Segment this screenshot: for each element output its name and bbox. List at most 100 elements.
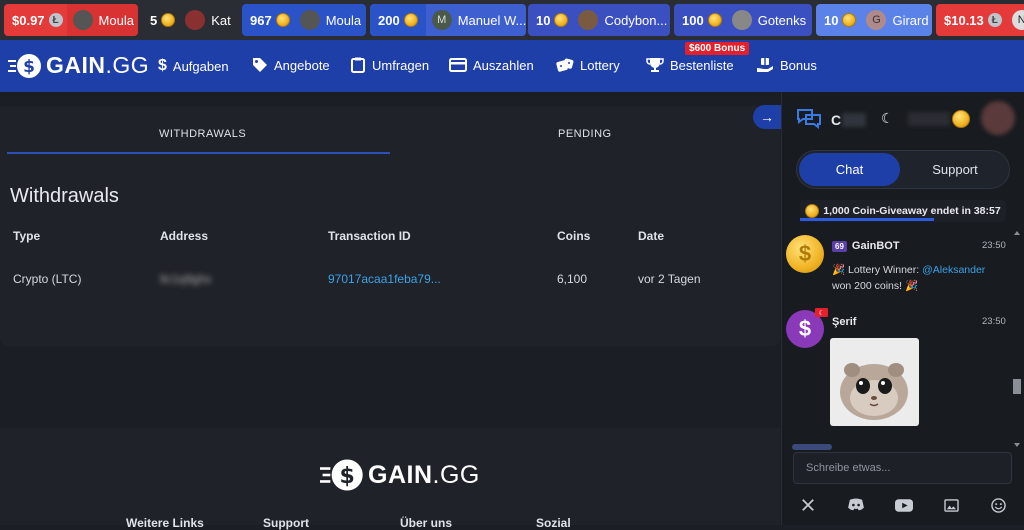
flag-icon: ☾ [815,308,828,317]
discord-icon[interactable] [846,496,866,514]
withdrawals-card [0,106,780,346]
clipboard-icon [351,57,365,73]
ticker-name: Girard [892,12,929,28]
youtube-icon[interactable] [894,496,914,514]
nav-bonus[interactable]: Bonus [756,57,817,73]
nav-angebote[interactable]: Angebote [252,57,330,73]
tab-support[interactable]: Support [903,153,1007,186]
bonus-badge: $600 Bonus [685,42,750,55]
footer-heading-about: Über uns [400,516,453,530]
image-upload-icon[interactable] [941,496,961,514]
coin-icon [275,13,290,27]
emoji-icon[interactable] [988,496,1008,514]
dollar-logo-icon: $ [320,459,363,491]
nav-label: Bonus [780,57,817,73]
ticker-amount: 10 [824,12,839,28]
message-text: 🎉 Lottery Winner: @Aleksander won 200 coi… [832,262,1007,294]
user-initial: C [831,112,842,128]
hamster-sticker-image[interactable] [830,338,919,426]
coin-icon [805,204,820,218]
message-time: 23:50 [982,316,1006,327]
ticker-amount: 967 [250,12,272,28]
ticker-amount: 200 [378,12,400,28]
user-mention[interactable]: @Aleksander [922,264,985,276]
litecoin-icon: Ł [48,13,63,27]
ticker-chip[interactable]: 5 Kat [142,4,238,36]
logo-tld: .GG [105,52,150,78]
cell-transaction-id[interactable]: 97017acaa1feba79... [328,272,441,286]
ticker-amount: $10.13 [944,12,984,28]
footer-heading-social: Sozial [536,516,571,530]
column-header-coins: Coins [557,229,591,243]
active-tab-indicator [7,152,390,154]
ticker-name: Kat [211,12,231,28]
message-text-line: won 200 coins! 🎉 [832,280,919,292]
avatar[interactable] [981,101,1015,135]
trophy-icon [646,58,664,72]
nav-label: Aufgaben [172,58,229,74]
x-twitter-icon[interactable] [798,496,818,514]
coin-icon [952,110,970,128]
nav-label: Auszahlen [473,57,534,73]
nav-aufgaben[interactable]: $ Aufgaben [158,57,229,75]
bot-avatar: $ [786,235,824,273]
ticker-amount: 5 [150,12,158,28]
column-header-transaction-id: Transaction ID [328,229,411,243]
sidebar-toggle-button[interactable]: → [753,105,781,129]
avatar: N [1011,10,1024,30]
gift-hand-icon [757,58,773,72]
message-author[interactable]: Şerif [832,316,856,328]
tab-pending[interactable]: PENDING [558,128,612,140]
blurred-balance [908,112,950,126]
ticker-chip[interactable]: 10 G Girard [816,4,932,36]
nav-label: Bestenliste [670,57,734,73]
coin-icon [707,13,722,27]
column-header-date: Date [638,229,665,243]
avatar: G [866,10,887,30]
ticker-chip[interactable]: 200 M Manuel W... [370,4,526,36]
nav-auszahlen[interactable]: Auszahlen [449,57,534,73]
footer-logo[interactable]: $ GAIN.GG [320,458,480,492]
ticker-name: Gotenks [757,12,807,28]
arrow-right-icon: → [760,109,774,125]
message-time: 23:50 [982,240,1006,251]
footer-heading-links: Weitere Links [126,516,204,530]
ticker-amount: 10 [536,12,551,28]
site-logo[interactable]: $ GAIN.GG [8,52,149,79]
message-author[interactable]: 69 GainBOT [832,240,900,252]
svg-text:$: $ [23,57,35,77]
moon-icon[interactable]: ☾ [881,110,894,127]
ticker-amount: $0.97 [12,12,45,28]
dollar-logo-icon: $ [8,53,41,78]
nav-umfragen[interactable]: Umfragen [350,57,429,73]
coin-icon [161,13,176,27]
nav-bestenliste[interactable]: Bestenliste [646,57,734,73]
ticker-name: Codybon... [604,12,668,28]
cell-date: vor 2 Tagen [638,272,701,286]
chat-bubbles-icon[interactable] [796,107,822,129]
nav-label: Lottery [580,57,620,73]
blurred-username [842,113,866,127]
credit-card-icon [449,58,467,72]
chat-scrollbar[interactable] [1012,228,1022,450]
ticker-chip[interactable]: $0.97 Ł Moula [4,4,138,36]
tab-chat[interactable]: Chat [799,153,900,186]
ticker-chip[interactable]: 967 Moula [242,4,366,36]
ticker-chip[interactable]: 100 Gotenks [674,4,812,36]
column-header-address: Address [160,229,209,243]
ticker-chip[interactable]: $10.13 Ł N [936,4,1024,36]
tab-withdrawals[interactable]: WITHDRAWALS [159,128,246,140]
level-badge: 69 [832,240,847,252]
avatar: M [431,10,452,30]
avatar [578,10,599,30]
chat-message-input[interactable]: Schreibe etwas... [793,452,1012,484]
author-name: GainBOT [851,240,900,252]
litecoin-icon: Ł [987,13,1002,27]
nav-lottery[interactable]: Lottery [556,57,620,73]
cell-coins: 6,100 [557,272,588,286]
message-text-line: 🎉 Lottery Winner: [832,264,923,276]
ticker-chip[interactable]: 10 Codybon... [528,4,670,36]
page-title: Withdrawals [10,185,119,207]
logo-tld: .GG [432,460,480,489]
logo-text: GAIN [368,460,433,489]
